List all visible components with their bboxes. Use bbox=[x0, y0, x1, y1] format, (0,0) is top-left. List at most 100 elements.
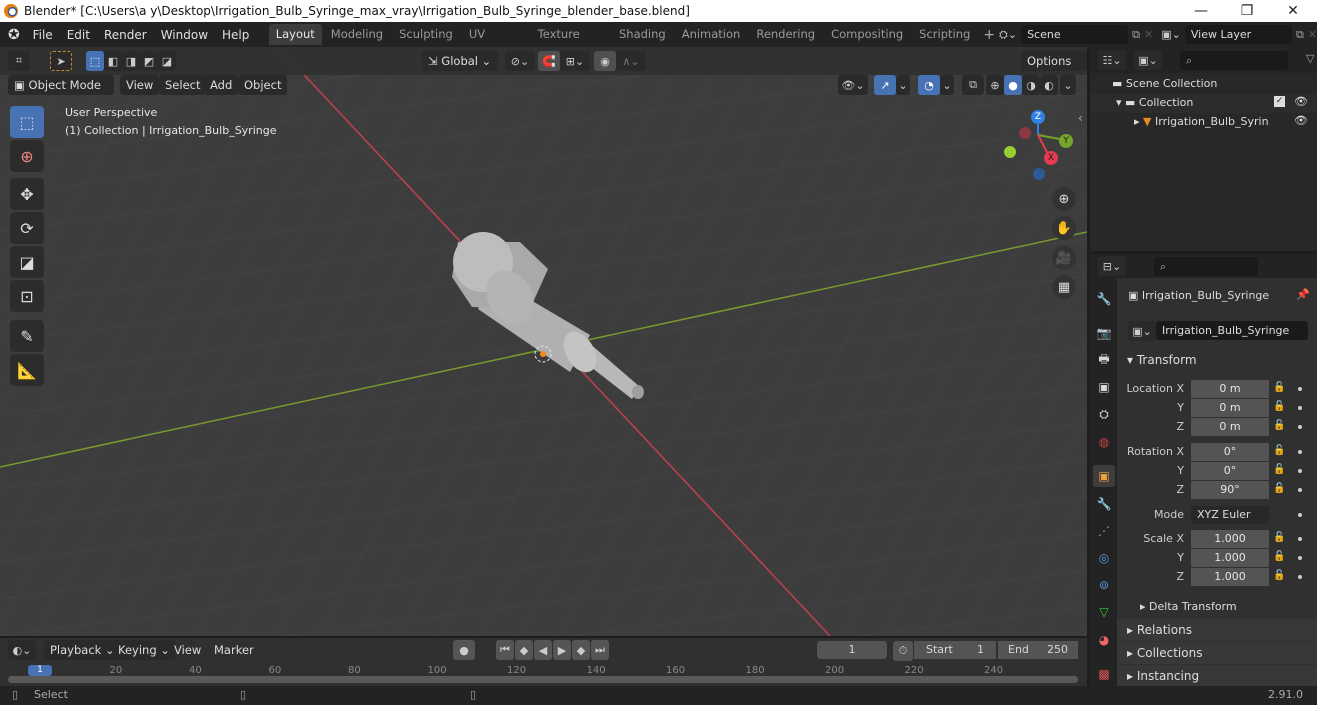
select-tool-icon[interactable]: ➤ bbox=[50, 51, 72, 71]
menu-playback[interactable]: Playback ⌄ bbox=[44, 640, 121, 660]
filter-icon[interactable]: ▽ bbox=[1306, 52, 1314, 65]
lock-icon[interactable]: 🔓 bbox=[1273, 532, 1285, 543]
scale-z-field[interactable]: 1.000 bbox=[1191, 568, 1269, 586]
new-scene-icon[interactable]: ⧉ bbox=[1132, 28, 1140, 42]
keyframe-dot[interactable] bbox=[1298, 537, 1302, 541]
visibility-eye-icon[interactable]: 👁 bbox=[1294, 114, 1308, 127]
editor-type-icon[interactable]: ⌗ bbox=[8, 51, 30, 71]
tab-tool-icon[interactable]: 🔧 bbox=[1093, 288, 1115, 310]
menu-select[interactable]: Select bbox=[159, 75, 207, 95]
shading-solid-icon[interactable]: ● bbox=[1004, 75, 1022, 95]
new-view-layer-icon[interactable]: ⧉ bbox=[1296, 28, 1304, 42]
select-intersect-icon[interactable]: ◪ bbox=[158, 51, 176, 71]
mode-dropdown[interactable]: ▣ Object Mode ⌄ bbox=[8, 75, 114, 112]
scale-y-field[interactable]: 1.000 bbox=[1191, 549, 1269, 567]
delete-scene-icon[interactable]: ✕ bbox=[1144, 28, 1153, 41]
tool-rotate-icon[interactable]: ⟳ bbox=[10, 212, 44, 244]
keyframe-dot[interactable] bbox=[1298, 575, 1302, 579]
shading-dropdown-icon[interactable]: ⌄ bbox=[1060, 75, 1076, 95]
lock-icon[interactable]: 🔓 bbox=[1273, 551, 1285, 562]
keyframe-dot[interactable] bbox=[1298, 425, 1302, 429]
start-frame-field[interactable]: Start 1 bbox=[914, 641, 996, 659]
lock-icon[interactable]: 🔓 bbox=[1273, 401, 1285, 412]
tool-measure-icon[interactable]: 📐 bbox=[10, 354, 44, 386]
rotation-mode-dropdown[interactable]: XYZ Euler ⌄ bbox=[1191, 506, 1269, 539]
play-reverse-icon[interactable]: ◀ bbox=[534, 640, 552, 660]
object-name-field[interactable]: Irrigation_Bulb_Syringe bbox=[1156, 321, 1308, 340]
exclude-checkbox[interactable]: ✓ bbox=[1274, 96, 1285, 107]
close-button[interactable]: ✕ bbox=[1270, 0, 1316, 22]
rotation-y-field[interactable]: 0° bbox=[1191, 462, 1269, 480]
gizmo-dropdown-icon[interactable]: ⌄ bbox=[896, 75, 910, 95]
object-browse-icon[interactable]: ▣⌄ bbox=[1128, 321, 1156, 341]
overlay-toggle-icon[interactable]: ◔ bbox=[918, 75, 940, 95]
gizmo-toggle-icon[interactable]: ↗ bbox=[874, 75, 896, 95]
select-new-icon[interactable]: ⬚ bbox=[86, 51, 104, 71]
tab-rendering[interactable]: Rendering bbox=[749, 24, 822, 45]
menu-help[interactable]: Help bbox=[215, 28, 256, 42]
menu-marker[interactable]: Marker bbox=[208, 640, 260, 660]
display-mode-icon[interactable]: ▣⌄ bbox=[1134, 50, 1162, 70]
select-subtract-icon[interactable]: ◨ bbox=[122, 51, 140, 71]
relations-panel-header[interactable]: ▸ Relations bbox=[1117, 619, 1317, 641]
shading-material-icon[interactable]: ◑ bbox=[1022, 75, 1040, 95]
next-keyframe-icon[interactable]: ◆ bbox=[572, 640, 590, 660]
outliner-item-object[interactable]: ▸ ▼ Irrigation_Bulb_Syrin bbox=[1134, 115, 1269, 128]
tool-annotate-icon[interactable]: ✎ bbox=[10, 320, 44, 352]
tab-material-icon[interactable]: ◕ bbox=[1093, 629, 1115, 651]
minimize-button[interactable]: — bbox=[1178, 0, 1224, 22]
keyframe-dot[interactable] bbox=[1298, 513, 1302, 517]
tab-compositing[interactable]: Compositing bbox=[824, 24, 910, 45]
instancing-panel-header[interactable]: ▸ Instancing bbox=[1117, 665, 1317, 687]
expand-arrow-icon[interactable]: ▸ bbox=[1134, 115, 1143, 128]
rotation-z-field[interactable]: 90° bbox=[1191, 481, 1269, 499]
jump-start-icon[interactable]: ⏮ bbox=[496, 640, 514, 660]
current-frame-field[interactable]: 1 bbox=[817, 641, 887, 659]
shading-rendered-icon[interactable]: ◐ bbox=[1040, 75, 1058, 95]
keyframe-dot[interactable] bbox=[1298, 387, 1302, 391]
gizmo-x[interactable]: X bbox=[1044, 151, 1058, 165]
scale-x-field[interactable]: 1.000 bbox=[1191, 530, 1269, 548]
scene-icon[interactable]: ⛭⌄ bbox=[999, 28, 1017, 42]
tool-scale-icon[interactable]: ◪ bbox=[10, 246, 44, 278]
properties-editor-type-icon[interactable]: ⊟⌄ bbox=[1098, 256, 1126, 276]
view-layer-field[interactable]: View Layer bbox=[1184, 25, 1292, 44]
menu-timeline-view[interactable]: View bbox=[168, 640, 207, 660]
expand-arrow-icon[interactable]: ▾ bbox=[1116, 96, 1125, 109]
menu-keying[interactable]: Keying ⌄ bbox=[112, 640, 176, 660]
lock-icon[interactable]: 🔓 bbox=[1273, 420, 1285, 431]
gizmo-y[interactable]: Y bbox=[1059, 134, 1073, 148]
delete-view-layer-icon[interactable]: ✕ bbox=[1308, 28, 1317, 41]
timeline-scrollbar[interactable] bbox=[8, 676, 1078, 683]
tab-render-icon[interactable]: 📷 bbox=[1093, 322, 1115, 344]
tool-transform-icon[interactable]: ⊡ bbox=[10, 280, 44, 312]
keyframe-dot[interactable] bbox=[1298, 488, 1302, 492]
shading-wireframe-icon[interactable]: ⊕ bbox=[986, 75, 1004, 95]
sidebar-toggle-icon[interactable]: ‹ bbox=[1078, 111, 1083, 125]
lock-icon[interactable]: 🔓 bbox=[1273, 483, 1285, 494]
menu-window[interactable]: Window bbox=[154, 28, 215, 42]
tool-select-box-icon[interactable]: ⬚ bbox=[10, 106, 44, 138]
prev-keyframe-icon[interactable]: ◆ bbox=[515, 640, 533, 660]
tab-texture-paint[interactable]: Texture Paint bbox=[531, 24, 610, 62]
falloff-icon[interactable]: ∧⌄ bbox=[616, 51, 646, 71]
tab-sculpting[interactable]: Sculpting bbox=[392, 24, 460, 45]
tab-data-icon[interactable]: ▽ bbox=[1093, 601, 1115, 623]
menu-add[interactable]: Add bbox=[204, 75, 239, 95]
3d-viewport[interactable]: Z Y X ⌗ ➤ ⬚ ◧ ◨ ◩ ◪ ⇲ Global ⌄ ⊘⌄ 🧲 ⊞⌄ ◉… bbox=[0, 47, 1087, 636]
camera-view-icon[interactable]: 🎥 bbox=[1052, 246, 1076, 270]
maximize-button[interactable]: ❐ bbox=[1224, 0, 1270, 22]
lock-icon[interactable]: 🔓 bbox=[1273, 464, 1285, 475]
auto-keying-icon[interactable]: ● bbox=[453, 640, 475, 660]
keyframe-dot[interactable] bbox=[1298, 556, 1302, 560]
view-layer-icon[interactable]: ▣⌄ bbox=[1161, 28, 1181, 41]
timeline-editor-type-icon[interactable]: ◐⌄ bbox=[8, 640, 36, 660]
tab-shading[interactable]: Shading bbox=[612, 24, 673, 45]
gizmo-z[interactable]: Z bbox=[1031, 110, 1045, 124]
menu-view[interactable]: View bbox=[120, 75, 160, 95]
visibility-icon[interactable]: 👁⌄ bbox=[838, 75, 868, 95]
snap-target-icon[interactable]: ⊞⌄ bbox=[560, 51, 590, 71]
play-icon[interactable]: ▶ bbox=[553, 640, 571, 660]
tool-move-icon[interactable]: ✥ bbox=[10, 178, 44, 210]
xray-icon[interactable]: ⧉ bbox=[962, 75, 984, 95]
